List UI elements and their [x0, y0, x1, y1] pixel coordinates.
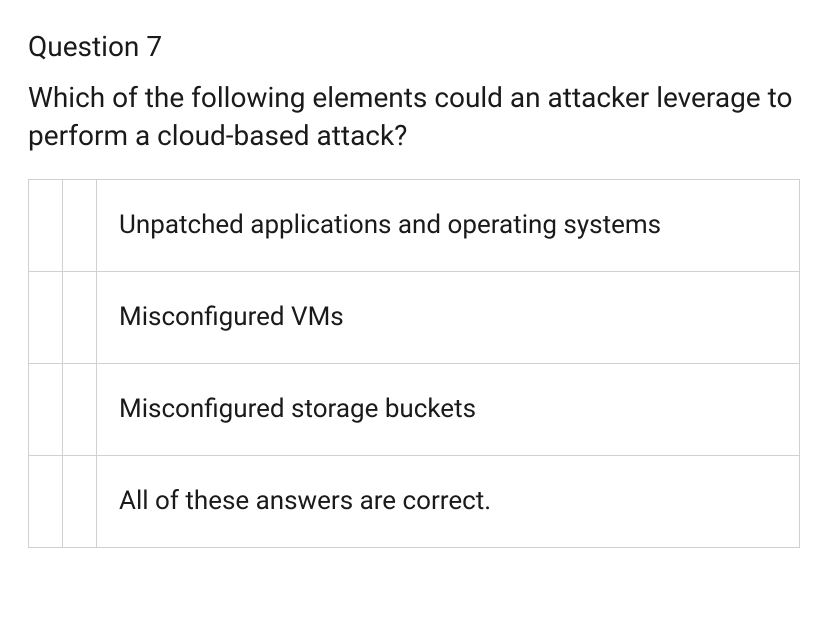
- option-text: Misconfigured VMs: [97, 271, 800, 363]
- question-text: Which of the following elements could an…: [28, 79, 800, 155]
- option-row[interactable]: All of these answers are correct.: [29, 455, 800, 547]
- option-selector-cell[interactable]: [63, 363, 97, 455]
- option-marker-cell: [29, 363, 63, 455]
- option-selector-cell[interactable]: [63, 271, 97, 363]
- option-text: All of these answers are correct.: [97, 455, 800, 547]
- option-row[interactable]: Misconfigured storage buckets: [29, 363, 800, 455]
- option-selector-cell[interactable]: [63, 179, 97, 271]
- question-number: Question 7: [28, 30, 800, 63]
- option-row[interactable]: Unpatched applications and operating sys…: [29, 179, 800, 271]
- option-text: Misconfigured storage buckets: [97, 363, 800, 455]
- option-row[interactable]: Misconfigured VMs: [29, 271, 800, 363]
- options-table: Unpatched applications and operating sys…: [28, 179, 800, 548]
- option-text: Unpatched applications and operating sys…: [97, 179, 800, 271]
- option-marker-cell: [29, 455, 63, 547]
- option-selector-cell[interactable]: [63, 455, 97, 547]
- option-marker-cell: [29, 179, 63, 271]
- option-marker-cell: [29, 271, 63, 363]
